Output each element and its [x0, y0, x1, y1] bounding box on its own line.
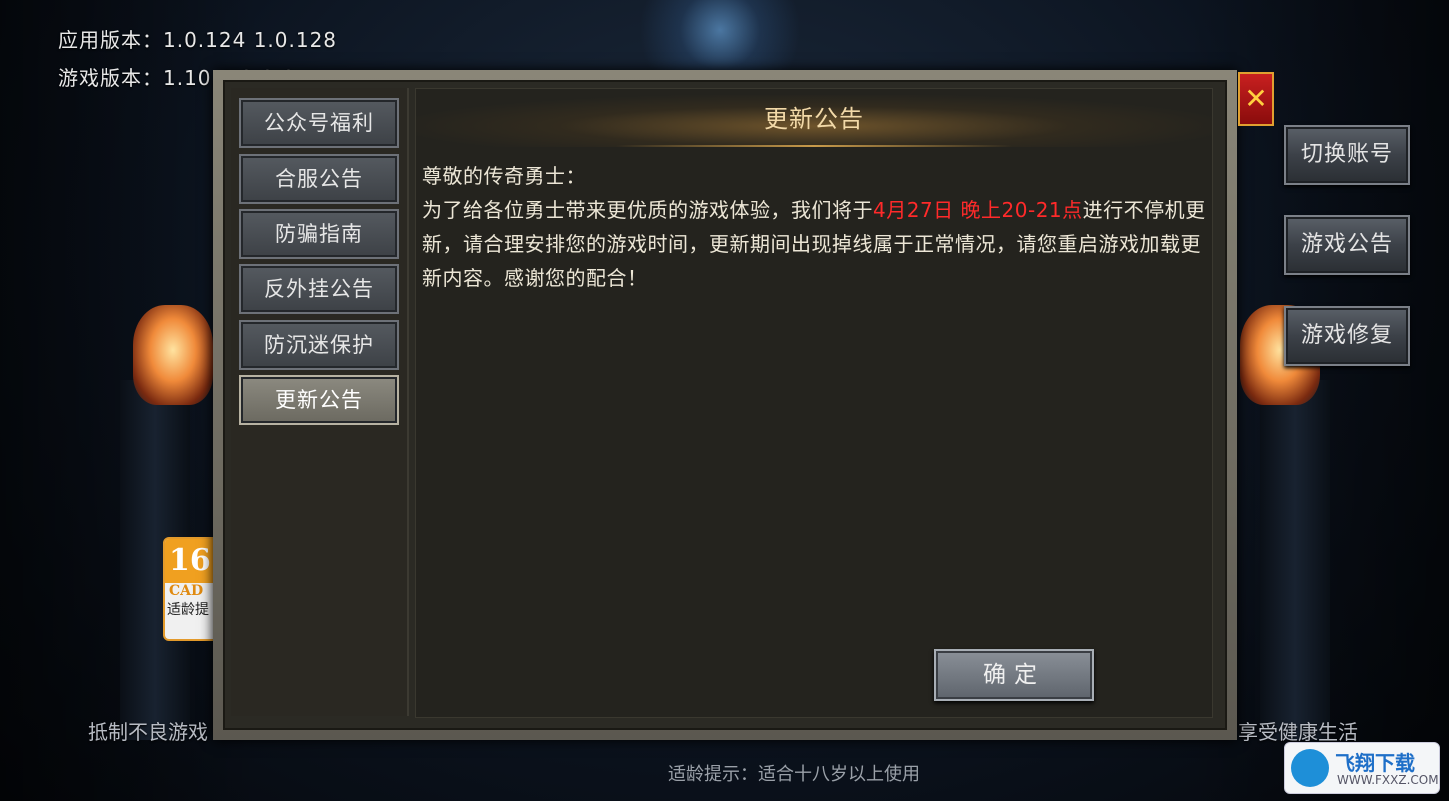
notice-body: 尊敬的传奇勇士： 为了给各位勇士带来更优质的游戏体验，我们将于4月27日 晚上2…	[422, 159, 1208, 295]
app-version: 应用版本：1.0.124 1.0.128	[58, 28, 338, 52]
tab-anti-cheat-notice[interactable]: 反外挂公告	[239, 264, 399, 314]
tab-official-account-benefits[interactable]: 公众号福利	[239, 98, 399, 148]
health-notice-left: 抵制不良游戏	[88, 720, 208, 744]
watermark-logo-icon	[1291, 749, 1329, 787]
game-repair-button[interactable]: 游戏修复	[1284, 306, 1410, 366]
tab-update-notice[interactable]: 更新公告	[239, 375, 399, 425]
tab-anti-fraud-guide[interactable]: 防骗指南	[239, 209, 399, 259]
close-icon[interactable]: ✕	[1238, 72, 1274, 126]
right-pillar	[1260, 380, 1330, 740]
health-notice-right: 享受健康生活	[1238, 720, 1358, 744]
notice-highlight-time: 4月27日 晚上20-21点	[873, 198, 1083, 222]
switch-account-button[interactable]: 切换账号	[1284, 125, 1410, 185]
watermark-site: WWW.FXXZ.COM	[1337, 773, 1439, 787]
age-rating-number: 16	[165, 539, 217, 583]
site-watermark: 飞翔下载 WWW.FXXZ.COM	[1284, 742, 1440, 794]
age-rating-badge: 16 CAD 适龄提	[163, 537, 219, 641]
notice-greeting: 尊敬的传奇勇士：	[422, 164, 586, 188]
age-rating-text: 适龄提	[167, 602, 209, 618]
notice-tab-list: 公众号福利 合服公告 防骗指南 反外挂公告 防沉迷保护 更新公告	[231, 88, 409, 716]
left-torch	[133, 305, 213, 405]
watermark-name: 飞翔下载	[1335, 751, 1415, 775]
age-tip: 适龄提示：适合十八岁以上使用	[668, 764, 920, 785]
notice-text-before: 为了给各位勇士带来更优质的游戏体验，我们将于	[422, 198, 873, 222]
notice-dialog: 公众号福利 合服公告 防骗指南 反外挂公告 防沉迷保护 更新公告 更新公告 尊敬…	[213, 70, 1237, 740]
tab-server-merge-notice[interactable]: 合服公告	[239, 154, 399, 204]
notice-paragraph: 为了给各位勇士带来更优质的游戏体验，我们将于4月27日 晚上20-21点进行不停…	[422, 193, 1208, 295]
confirm-button[interactable]: 确定	[934, 649, 1094, 701]
tab-anti-addiction[interactable]: 防沉迷保护	[239, 320, 399, 370]
title-underline	[616, 145, 1012, 147]
notice-title: 更新公告	[764, 105, 864, 133]
age-rating-org: CAD	[169, 583, 204, 599]
game-notice-button[interactable]: 游戏公告	[1284, 215, 1410, 275]
notice-content-panel: 更新公告 尊敬的传奇勇士： 为了给各位勇士带来更优质的游戏体验，我们将于4月27…	[415, 88, 1213, 718]
